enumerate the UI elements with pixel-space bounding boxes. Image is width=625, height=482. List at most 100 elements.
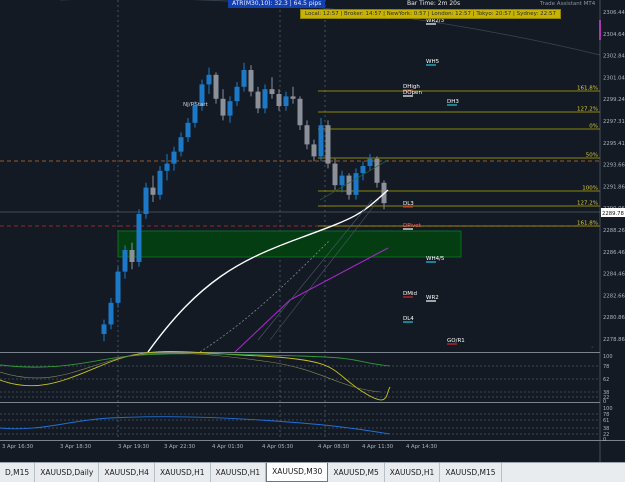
candle-body [262,89,268,109]
atr-readout: ATR(M30,10): 32.3 | 64.5 pips [228,0,326,8]
candle-body [318,125,324,157]
time-tick: 3 Apr 16:30 [2,444,34,450]
time-tick: 4 Apr 14:30 [406,444,438,450]
candle-body [136,214,142,262]
price-tick: 2306.44 [603,10,625,16]
zones [117,230,462,258]
assistant-label: Trade Assistant MT4 [540,1,596,7]
candle-body [129,250,135,262]
chart-tab[interactable]: XAUUSD,H1 [211,463,267,482]
candle-body [192,106,198,123]
candle-body [185,122,191,138]
candle-body [311,144,317,157]
candle-body [122,250,128,272]
price-tick: 2284.46 [603,272,625,278]
chart-tab[interactable]: XAUUSD,H1 [155,463,211,482]
candle-body [213,74,219,99]
osc-tick: 78 [603,364,609,370]
candle [297,96,303,130]
price-tick: 2291.86 [603,184,625,190]
candle-body [360,166,366,174]
candle-body [234,86,240,102]
chart-tab[interactable]: XAUUSD,H1 [385,463,441,482]
chart-tab-bar: D,M15 XAUUSD,Daily XAUUSD,H4 XAUUSD,H1 XAUUS… [0,462,625,482]
candle-body [269,89,275,94]
candle [325,120,331,169]
fib-label: 127.2% [577,201,598,207]
price-tick: 2295.41 [603,141,625,147]
osc-tick: 0 [603,437,606,443]
candle-body [367,158,373,166]
candle-body [290,96,296,99]
candle-body [206,74,212,85]
chart-tab[interactable]: XAUUSD,M15 [440,463,502,482]
candle-body [115,271,121,303]
level-label: DL3 [403,201,414,207]
price-tick: 2288.26 [603,228,625,234]
level-label: DL4 [403,316,414,322]
level-label: DPivot [403,223,422,229]
time-tick: 4 Apr 01:30 [212,444,244,450]
panel-divider [0,440,625,441]
candle-body [164,163,170,171]
candle-body [227,101,233,116]
price-tick: 2280.86 [603,315,625,321]
start-label: NJ/RStart [183,102,209,108]
candle-body [157,170,163,195]
candle [143,182,149,219]
panel-divider [0,402,600,403]
fib-label: 0% [589,124,598,130]
time-tick: 4 Apr 08:30 [318,444,350,450]
chart-tab[interactable]: XAUUSD,M30 [266,463,329,482]
candle-body [108,302,114,325]
level-label: WH5 [426,59,440,65]
chart-tab[interactable]: XAUUSD,H4 [99,463,155,482]
candle-body [241,70,247,87]
candle-body [171,151,177,164]
osc-tick: 0 [603,399,606,405]
time-axis: 3 Apr 16:30 3 Apr 18:30 3 Apr 19:30 3 Apr 2… [2,444,438,450]
chart-tab[interactable]: D,M15 [0,463,36,482]
price-tick: 2302.84 [603,54,625,60]
chart-tab[interactable]: XAUUSD,M5 [328,463,385,482]
level-label: WR2 [426,295,439,301]
candle-body [353,173,359,195]
osc-tick: 61 [603,418,609,424]
fib-label: 50% [586,153,598,159]
candle-body [143,187,149,214]
candle-body [283,96,289,106]
price-chart[interactable]: 161.8%127.2%0%50%100%127.2%161.8%WR2/3WH… [0,0,625,462]
time-tick: 3 Apr 19:30 [118,444,150,450]
osc-tick: 100 [603,354,613,360]
chart-tab[interactable]: XAUUSD,Daily [35,463,100,482]
price-tick: 2297.31 [603,119,625,125]
time-tick: 4 Apr 11:30 [362,444,394,450]
price-tick: 2304.64 [603,32,625,38]
candle-body [220,98,226,116]
time-tick: 3 Apr 22:30 [164,444,196,450]
candle-body [276,94,282,106]
price-tick: 2278.86 [603,337,625,343]
fib-label: 161.8% [577,86,598,92]
price-tick: 2286.46 [603,250,625,256]
session-clock: Local: 12:57 | Broker: 14:57 | NewYork: … [300,9,561,19]
level-label: WH4/5 [426,256,445,262]
fib-label: 161.8% [577,221,598,227]
time-tick: 4 Apr 05:30 [262,444,294,450]
panel-tag: ◦ [591,345,594,351]
bar-time-readout: Bar Time: 2m 20s [407,0,461,7]
candle-body [178,137,184,152]
candle-body [332,163,338,186]
time-tick: 3 Apr 18:30 [60,444,92,450]
candle-body [150,187,156,195]
panel-divider [0,352,600,353]
level-label: DOpen [403,90,422,96]
candle-body [374,158,380,183]
candle-body [346,175,352,195]
candle-body [255,91,261,109]
candle-body [304,125,310,145]
candle-body [339,175,345,186]
candle-body [101,324,107,334]
candle-body [248,70,254,92]
price-tick: 2293.66 [603,163,625,169]
